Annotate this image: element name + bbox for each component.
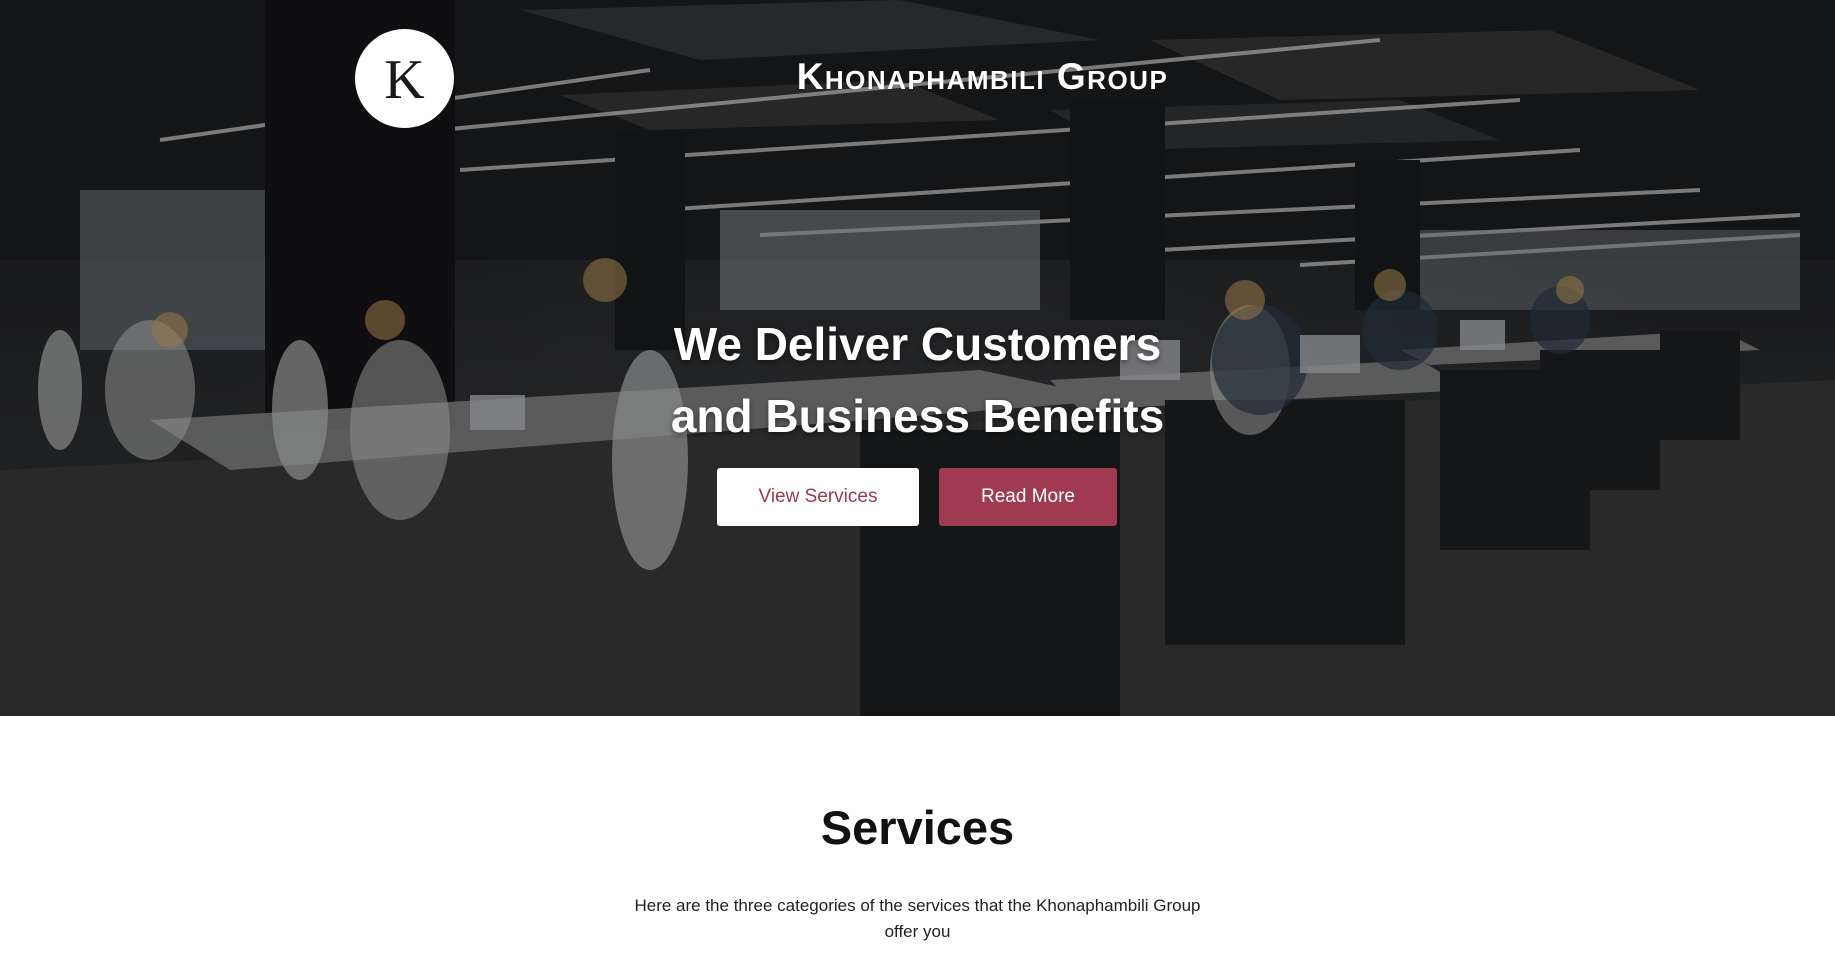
- view-services-button[interactable]: View Services: [717, 468, 919, 526]
- hero-section: K Khonaphambili Group We Deliver Custome…: [0, 0, 1835, 716]
- headline-line-1: We Deliver Customers: [673, 318, 1162, 370]
- services-title: Services: [820, 801, 1015, 854]
- hero-headline: We Deliver Customers and Business Benefi…: [0, 308, 1835, 452]
- services-description: Here are the three categories of the ser…: [634, 896, 1201, 941]
- read-more-button[interactable]: Read More: [939, 468, 1117, 526]
- headline-line-2: and Business Benefits: [670, 390, 1165, 442]
- brand-name[interactable]: Khonaphambili Group: [0, 56, 1835, 98]
